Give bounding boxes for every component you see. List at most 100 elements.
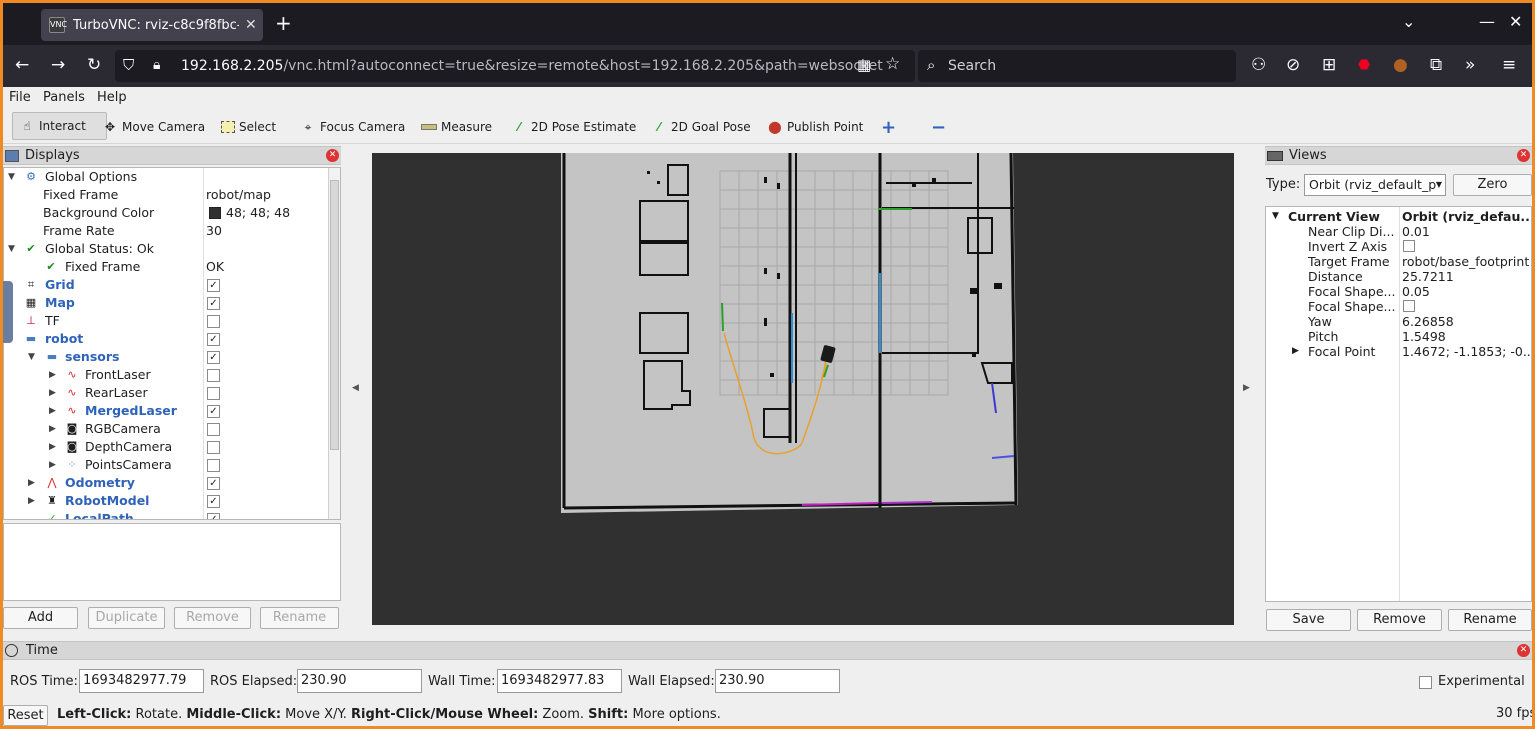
tree-row-localpath[interactable]: ✓ LocalPath ✓ [4, 510, 328, 519]
collapse-arrow-icon[interactable]: ▼ [28, 348, 35, 366]
collapse-arrow-icon[interactable]: ▼ [8, 240, 15, 258]
map-checkbox[interactable]: ✓ [207, 297, 220, 310]
ublock-icon[interactable]: ⬣ [1358, 56, 1370, 74]
tree-row-tf[interactable]: ⊥ TF [4, 312, 328, 330]
tree-row-grid[interactable]: ⌗ Grid ✓ [4, 276, 328, 294]
view-row-near-clip[interactable]: Near Clip Di... 0.01 [1266, 224, 1531, 239]
close-panel-icon[interactable]: ✕ [1517, 644, 1530, 657]
interact-tool-button[interactable]: ☝ Interact [12, 112, 107, 140]
expand-arrow-icon[interactable]: ▶ [49, 384, 56, 402]
localpath-checkbox[interactable]: ✓ [207, 513, 220, 519]
view-row-focal-shape-size[interactable]: Focal Shape... 0.05 [1266, 284, 1531, 299]
experimental-checkbox[interactable] [1419, 676, 1432, 689]
rename-display-button[interactable]: Rename [260, 607, 339, 629]
view-row-invert-z[interactable]: Invert Z Axis [1266, 239, 1531, 254]
expand-arrow-icon[interactable]: ▶ [49, 456, 56, 474]
rviz-3d-viewport[interactable] [372, 153, 1234, 625]
rgbcamera-checkbox[interactable] [207, 423, 220, 436]
expand-arrow-icon[interactable]: ▶ [1292, 344, 1299, 359]
color-swatch[interactable] [209, 207, 221, 219]
remove-tool-minus-icon[interactable]: − [931, 116, 946, 138]
depthcamera-checkbox[interactable] [207, 441, 220, 454]
view-type-dropdown[interactable]: Orbit (rviz_default_p ▼ [1304, 174, 1446, 196]
extensions-grid-icon[interactable]: ⊞ [1322, 56, 1336, 74]
pointscamera-checkbox[interactable] [207, 459, 220, 472]
2d-pose-estimate-button[interactable]: ⁄ 2D Pose Estimate [511, 116, 636, 138]
wall-elapsed-field[interactable]: 230.90 [715, 669, 840, 693]
bookmark-star-icon[interactable]: ☆ [885, 55, 900, 73]
expand-arrow-icon[interactable]: ▶ [28, 474, 35, 492]
expand-arrow-icon[interactable]: ▶ [49, 402, 56, 420]
duplicate-display-button[interactable]: Duplicate [88, 607, 165, 629]
tracking-protection-icon[interactable]: ⊘ [1286, 56, 1300, 74]
tree-row-global-options[interactable]: ▼ ⚙ Global Options [4, 168, 328, 186]
reload-icon[interactable]: ↻ [87, 56, 101, 74]
minimize-icon[interactable]: — [1479, 14, 1495, 30]
mergedlaser-checkbox[interactable]: ✓ [207, 405, 220, 418]
sensors-checkbox[interactable]: ✓ [207, 351, 220, 364]
wall-time-field[interactable]: 1693482977.83 [497, 669, 622, 693]
tree-row-frame-rate[interactable]: Frame Rate 30 [4, 222, 328, 240]
menu-help[interactable]: Help [97, 90, 127, 105]
close-panel-icon[interactable]: ✕ [326, 149, 339, 162]
tree-row-robotmodel[interactable]: ▶ ♜ RobotModel ✓ [4, 492, 328, 510]
forward-icon[interactable]: → [51, 56, 65, 74]
ros-elapsed-field[interactable]: 230.90 [297, 669, 422, 693]
expand-arrow-icon[interactable]: ▶ [49, 438, 56, 456]
collapse-right-arrow-icon[interactable]: ▶ [1243, 383, 1250, 393]
menu-panels[interactable]: Panels [43, 90, 85, 105]
reader-view-icon[interactable]: ▦ [857, 56, 871, 74]
select-tool-button[interactable]: Select [221, 116, 276, 138]
frontlaser-checkbox[interactable] [207, 369, 220, 382]
cookie-icon[interactable]: ● [1393, 56, 1408, 74]
close-tab-icon[interactable]: ✕ [245, 17, 257, 33]
browser-tab[interactable]: VNC TurboVNC: rviz-c8c9f8fbc-7 ✕ [41, 9, 263, 41]
tree-row-rearlaser[interactable]: ▶ ∿ RearLaser [4, 384, 328, 402]
focus-camera-tool-button[interactable]: ⌖ Focus Camera [300, 116, 406, 138]
tree-row-robot[interactable]: ▬ robot ✓ [4, 330, 328, 348]
view-row-current-view[interactable]: ▼ Current View Orbit (rviz_defau... [1266, 209, 1531, 224]
publish-point-button[interactable]: ⬤ Publish Point [767, 116, 863, 138]
measure-tool-button[interactable]: Measure [421, 116, 492, 138]
invert-z-checkbox[interactable] [1403, 240, 1415, 252]
tree-row-rgbcamera[interactable]: ▶ ◙ RGBCamera [4, 420, 328, 438]
tree-row-global-status[interactable]: ▼ ✔ Global Status: Ok [4, 240, 328, 258]
save-view-button[interactable]: Save [1266, 609, 1351, 631]
collapse-arrow-icon[interactable]: ▼ [8, 168, 15, 186]
tree-row-status-fixed-frame[interactable]: ✔ Fixed Frame OK [4, 258, 328, 276]
robot-checkbox[interactable]: ✓ [207, 333, 220, 346]
2d-goal-pose-button[interactable]: ⁄ 2D Goal Pose [651, 116, 751, 138]
collapse-arrow-icon[interactable]: ▼ [1272, 209, 1279, 224]
move-camera-tool-button[interactable]: ✥ Move Camera [102, 116, 205, 138]
tree-row-sensors[interactable]: ▼ ▬ sensors ✓ [4, 348, 328, 366]
shield-icon[interactable]: ⛉ [123, 56, 134, 74]
view-row-yaw[interactable]: Yaw 6.26858 [1266, 314, 1531, 329]
lock-icon[interactable]: 🔒︎ [153, 56, 160, 74]
list-tabs-icon[interactable]: ⌄ [1402, 14, 1415, 30]
robotmodel-checkbox[interactable]: ✓ [207, 495, 220, 508]
scrollbar-thumb[interactable] [330, 180, 339, 450]
tree-row-mergedlaser[interactable]: ▶ ∿ MergedLaser ✓ [4, 402, 328, 420]
tree-row-frontlaser[interactable]: ▶ ∿ FrontLaser [4, 366, 328, 384]
overflow-chevrons-icon[interactable]: » [1465, 56, 1475, 74]
expand-arrow-icon[interactable]: ▶ [28, 492, 35, 510]
displays-scrollbar[interactable] [328, 168, 340, 519]
add-tool-plus-icon[interactable]: + [881, 116, 896, 138]
zero-view-button[interactable]: Zero [1453, 174, 1532, 196]
tree-row-pointscamera[interactable]: ▶ ⁘ PointsCamera [4, 456, 328, 474]
rename-view-button[interactable]: Rename [1448, 609, 1532, 631]
back-icon[interactable]: ← [15, 56, 29, 74]
tree-row-depthcamera[interactable]: ▶ ◙ DepthCamera [4, 438, 328, 456]
rearlaser-checkbox[interactable] [207, 387, 220, 400]
tree-row-map[interactable]: ▦ Map ✓ [4, 294, 328, 312]
tree-row-odometry[interactable]: ▶ ⋀ Odometry ✓ [4, 474, 328, 492]
view-row-focal-shape-fixed[interactable]: Focal Shape... [1266, 299, 1531, 314]
fixed-frame-value[interactable]: robot/map [206, 186, 271, 204]
url-bar[interactable]: ⛉ 🔒︎ 192.168.2.205/vnc.html?autoconnect=… [115, 50, 915, 82]
remove-display-button[interactable]: Remove [174, 607, 251, 629]
view-row-distance[interactable]: Distance 25.7211 [1266, 269, 1531, 284]
close-panel-icon[interactable]: ✕ [1517, 149, 1530, 162]
search-input[interactable]: ⌕ Search [918, 50, 1236, 82]
view-row-pitch[interactable]: Pitch 1.5498 [1266, 329, 1531, 344]
account-icon[interactable]: ⚇ [1251, 56, 1266, 74]
